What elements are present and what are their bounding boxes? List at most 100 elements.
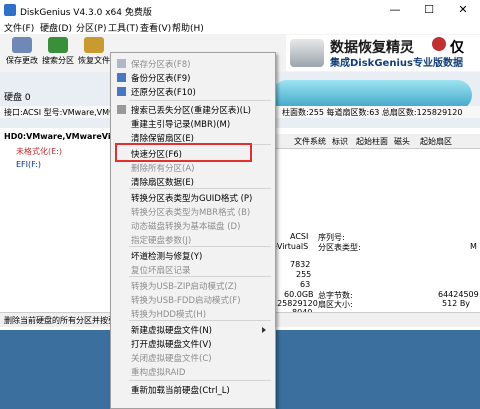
menu-item-icon — [117, 59, 126, 68]
menu-tools[interactable]: 工具(T) — [108, 21, 139, 34]
status-text: 删除当前硬盘的所有分区并按要 — [4, 316, 116, 325]
context-menu-item: 关闭虚拟硬盘文件(C) — [111, 351, 275, 365]
context-menu-label: 备份分区表(F9) — [131, 74, 191, 84]
menu-file[interactable]: 文件(F) — [4, 21, 34, 34]
context-menu-item: 转换分区表类型为MBR格式 (B) — [111, 205, 275, 219]
context-menu-label: 打开虚拟硬盘文件(V) — [131, 340, 212, 350]
context-menu-item: 重构虚拟RAID — [111, 365, 275, 379]
search-icon — [48, 37, 68, 53]
context-menu-label: 重构虚拟RAID — [131, 368, 186, 378]
search-partition-button[interactable]: 搜索分区 — [40, 36, 76, 70]
context-menu-item: 转换为USB-ZIP启动模式(Z) — [111, 279, 275, 293]
context-menu-label: 重建主引导记录(MBR)(M) — [131, 120, 231, 130]
sector-size-value: 512 By — [442, 299, 471, 308]
app-icon — [4, 4, 16, 16]
context-menu-label: 转换为USB-FDD启动模式(F) — [131, 296, 241, 306]
save-changes-label: 保存更改 — [6, 56, 38, 65]
context-menu-label: 转换分区表类型为MBR格式 (B) — [131, 208, 251, 218]
harddisk-icon — [290, 39, 324, 67]
context-menu-label: 关闭虚拟硬盘文件(C) — [131, 354, 212, 364]
partition-type-value: M — [470, 242, 477, 251]
disk-tree: HD0:VMware,VMwareVi 未格式化(E:) EFI(F:) — [0, 128, 111, 311]
context-menu-label: 转换为HDD模式(H) — [131, 310, 207, 320]
context-menu-label: 转换分区表类型为GUID格式 (P) — [131, 194, 253, 204]
recover-icon — [84, 37, 104, 53]
context-menu-item[interactable]: 还原分区表(F10) — [111, 85, 275, 99]
context-menu-item: 复位坏扇区记录 — [111, 263, 275, 277]
disk-info-left: 接口:ACSI 型号:VMware,VMwa — [4, 108, 121, 117]
sectors-value: 63 — [300, 280, 311, 289]
promo-banner[interactable]: 数据恢复精灵 集成DiskGenius专业版数据 仅 — [286, 35, 480, 71]
partition-type-label: 分区表类型: — [318, 243, 361, 252]
menu-item-icon — [117, 73, 126, 82]
context-menu-label: 动态磁盘转换为基本磁盘 (D) — [131, 222, 241, 232]
context-menu-item[interactable]: 坏道检测与修复(Y) — [111, 249, 275, 263]
partition-panel: 文件系统 标识 起始柱面 磁头 起始扇区 ACSI 序列号: eVirtualS… — [270, 128, 480, 317]
tree-node-hd0[interactable]: HD0:VMware,VMwareVi — [4, 132, 111, 141]
context-menu-label: 保存分区表(F8) — [131, 60, 191, 70]
heads-value: 255 — [296, 270, 312, 279]
menu-item-icon — [117, 105, 126, 114]
col-start-sector[interactable]: 起始扇区 — [420, 136, 452, 147]
context-menu-item[interactable]: 新建虚拟硬盘文件(N) — [111, 323, 275, 337]
context-menu-item: 动态磁盘转换为基本磁盘 (D) — [111, 219, 275, 233]
context-menu-label: 指定硬盘参数(J) — [131, 236, 192, 246]
menu-separator — [129, 380, 271, 381]
context-menu-item[interactable]: 打开虚拟硬盘文件(V) — [111, 337, 275, 351]
context-menu-item[interactable]: 搜索已丢失分区(重建分区表)(L) — [111, 103, 275, 117]
menu-disk[interactable]: 硬盘(D) — [40, 21, 72, 34]
context-menu-label: 重新加载当前硬盘(Ctrl_L) — [131, 386, 230, 396]
col-filesystem[interactable]: 文件系统 — [294, 136, 326, 147]
total-sectors-value: 125829120 — [272, 299, 318, 308]
context-menu-item[interactable]: 转换分区表类型为GUID格式 (P) — [111, 191, 275, 205]
context-menu-item[interactable]: 重新加载当前硬盘(Ctrl_L) — [111, 383, 275, 397]
save-icon — [12, 37, 32, 53]
context-menu-item[interactable]: 重建主引导记录(MBR)(M) — [111, 117, 275, 131]
menu-bar: 文件(F) 硬盘(D) 分区(P) 工具(T) 查看(V) 帮助(H) — [0, 20, 480, 34]
menu-separator — [129, 100, 271, 101]
menu-item-icon — [117, 87, 126, 96]
menu-help[interactable]: 帮助(H) — [172, 21, 204, 34]
context-menu-item: 保存分区表(F8) — [111, 57, 275, 71]
context-menu-label: 删除所有分区(A) — [131, 164, 195, 174]
tree-node-unformatted[interactable]: 未格式化(E:) — [16, 146, 62, 157]
cylinders-value: 7832 — [290, 260, 311, 269]
close-button[interactable]: ✕ — [446, 0, 480, 20]
maximize-button[interactable]: ☐ — [412, 0, 446, 20]
capacity-value: 60.0GB — [284, 290, 314, 299]
context-menu-label: 坏道检测与修复(Y) — [131, 252, 203, 262]
context-menu-label: 清除扇区数据(E) — [131, 178, 195, 188]
total-bytes-value: 64424509 — [438, 290, 479, 299]
menu-view[interactable]: 查看(V) — [140, 21, 171, 34]
model-value: eVirtualS — [272, 242, 309, 251]
window-title: DiskGenius V4.3.0 x64 免费版 — [20, 8, 152, 18]
sector-size-label: 扇区大小: — [318, 300, 353, 309]
minimize-button[interactable]: — — [378, 0, 412, 20]
context-menu-label: 新建虚拟硬盘文件(N) — [131, 326, 212, 336]
recover-files-label: 恢复文件 — [78, 56, 110, 65]
recover-files-button[interactable]: 恢复文件 — [76, 36, 112, 70]
disk-info-right: 柱面数:255 每道扇区数:63 总扇区数:125829120 — [282, 108, 463, 117]
context-menu-label: 还原分区表(F10) — [131, 88, 196, 98]
search-partition-label: 搜索分区 — [42, 56, 74, 65]
banner-extra: 仅 — [450, 40, 464, 56]
context-menu-item: 转换为HDD模式(H) — [111, 307, 275, 321]
context-menu-item: 删除所有分区(A) — [111, 161, 275, 175]
context-menu-item: 转换为USB-FDD启动模式(F) — [111, 293, 275, 307]
highlight-box — [115, 143, 252, 162]
context-menu-label: 搜索已丢失分区(重建分区表)(L) — [131, 106, 252, 116]
col-start-cyl[interactable]: 起始柱面 — [356, 136, 388, 147]
col-id[interactable]: 标识 — [332, 136, 348, 147]
partition-table-header: 文件系统 标识 起始柱面 磁头 起始扇区 — [270, 134, 480, 149]
menu-partition[interactable]: 分区(P) — [76, 21, 106, 34]
title-bar: DiskGenius V4.3.0 x64 免费版 — ☐ ✕ — [0, 0, 480, 20]
disk-label: 硬盘 0 — [4, 93, 31, 103]
context-menu-item[interactable]: 清除扇区数据(E) — [111, 175, 275, 189]
context-menu-label: 复位坏扇区记录 — [131, 266, 191, 276]
tree-node-efi[interactable]: EFI(F:) — [16, 160, 41, 169]
context-menu-item[interactable]: 备份分区表(F9) — [111, 71, 275, 85]
interface-value: ACSI — [290, 232, 309, 241]
banner-subtitle: 集成DiskGenius专业版数据 — [330, 58, 463, 69]
save-changes-button[interactable]: 保存更改 — [4, 36, 40, 70]
col-head[interactable]: 磁头 — [394, 136, 410, 147]
